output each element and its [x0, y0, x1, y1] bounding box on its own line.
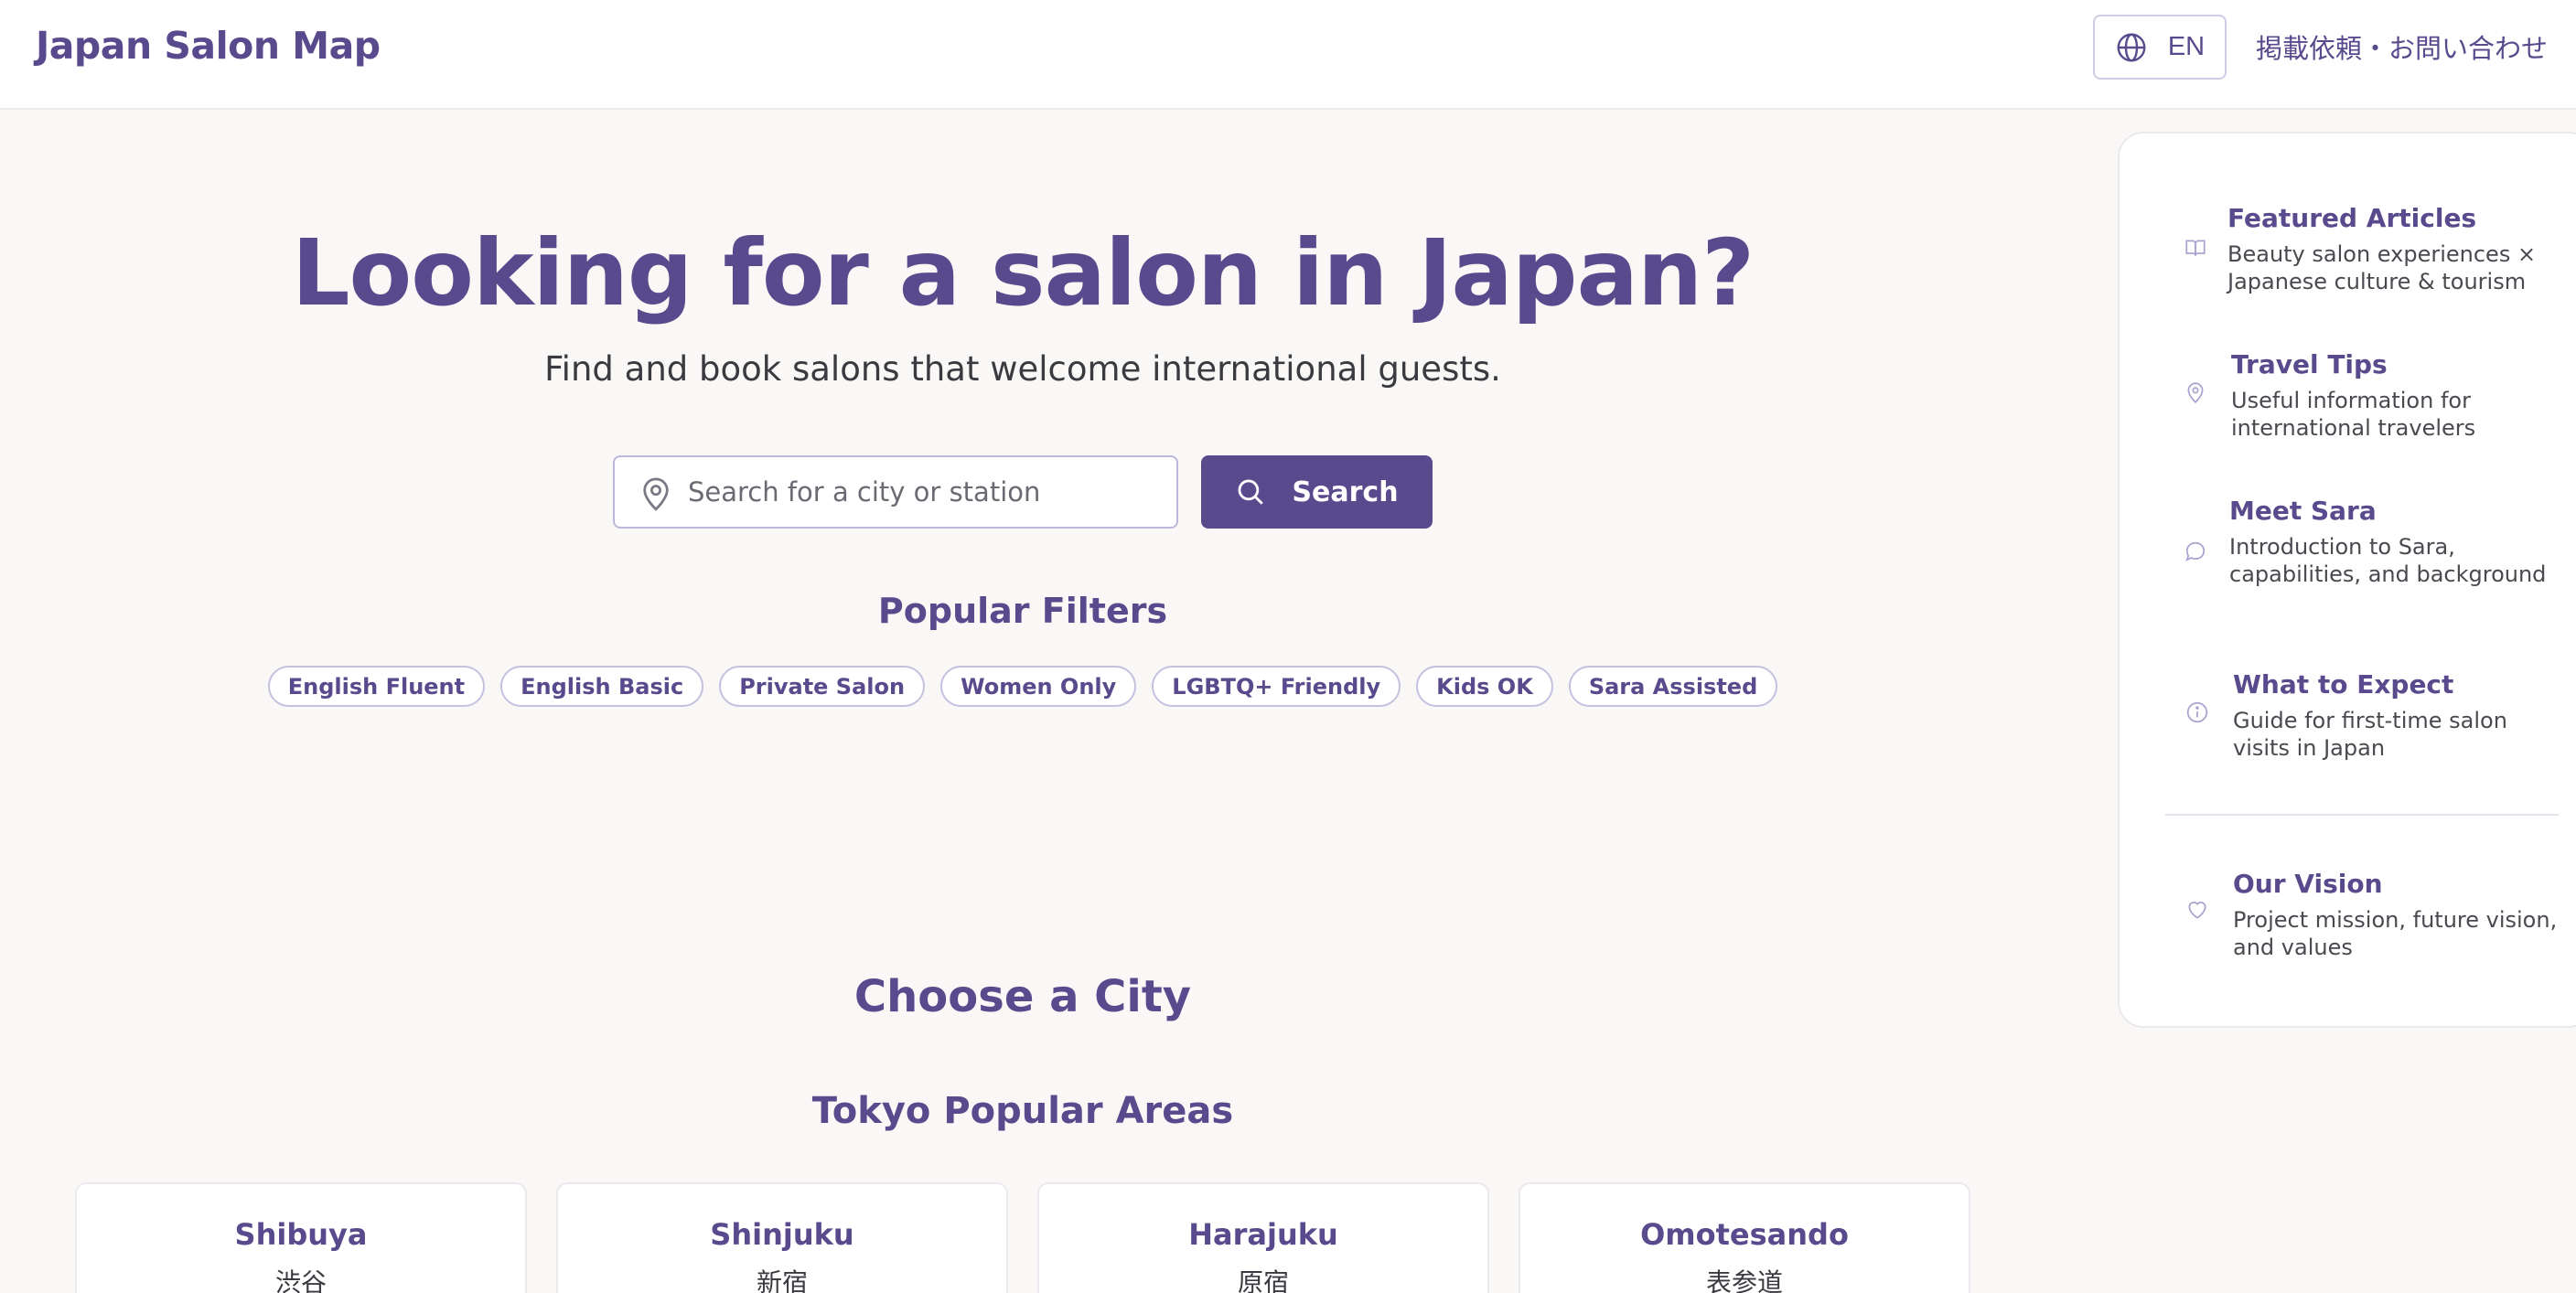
side-panel-divider — [2165, 814, 2559, 816]
area-card-name: Shibuya — [234, 1217, 368, 1252]
search-input[interactable] — [688, 457, 1164, 527]
area-card-jp-name: 新宿 — [756, 1267, 808, 1293]
filter-chip-private-salon[interactable]: Private Salon — [719, 666, 926, 707]
side-navigation-panel: Featured Articles Beauty salon experienc… — [2118, 132, 2576, 1028]
side-item-description: Guide for first-time salon visits in Jap… — [2233, 708, 2507, 761]
area-card-harajuku[interactable]: Harajuku 原宿 — [1037, 1182, 1489, 1293]
hero-title: Looking for a salon in Japan? — [291, 219, 1755, 326]
side-item-title: Travel Tips — [2231, 349, 2388, 379]
heart-icon — [2188, 902, 2206, 919]
tokyo-areas-title: Tokyo Popular Areas — [811, 1090, 1234, 1132]
area-card-name: Shinjuku — [710, 1217, 854, 1252]
side-item-title: Our Vision — [2233, 869, 2383, 899]
hero-subtitle: Find and book salons that welcome intern… — [544, 349, 1501, 389]
area-card-jp-name: 原宿 — [1237, 1267, 1289, 1293]
filter-chip-english-fluent[interactable]: English Fluent — [267, 666, 486, 707]
chat-bubble-icon — [2185, 541, 2206, 561]
side-item-title: What to Expect — [2233, 669, 2454, 700]
side-item-description: Useful information for international tra… — [2231, 388, 2476, 441]
area-card-shinjuku[interactable]: Shinjuku 新宿 — [556, 1182, 1008, 1293]
filter-chip-english-basic[interactable]: English Basic — [500, 666, 704, 707]
search-button-label: Search — [1292, 476, 1399, 508]
contact-link[interactable]: 掲載依頼・お問い合わせ — [2256, 27, 2548, 66]
site-logo[interactable]: Japan Salon Map — [36, 24, 381, 68]
area-card-omotesando[interactable]: Omotesando 表参道 — [1519, 1182, 1970, 1293]
site-header: Japan Salon Map EN 掲載依頼・お問い合わせ — [0, 0, 2576, 110]
area-card-jp-name: 渋谷 — [274, 1267, 327, 1293]
side-item-description: Project mission, future vision, and valu… — [2233, 907, 2558, 960]
side-item-title: Featured Articles — [2227, 203, 2477, 233]
side-item-description: Beauty salon experiences × Japanese cult… — [2227, 241, 2537, 294]
filter-chip-lgbtq-friendly[interactable]: LGBTQ+ Friendly — [1152, 666, 1401, 707]
language-switch-button[interactable]: EN — [2093, 15, 2227, 80]
area-card-jp-name: 表参道 — [1705, 1267, 1783, 1293]
area-card-shibuya[interactable]: Shibuya 渋谷 — [75, 1182, 527, 1293]
filter-chip-list: English Fluent English Basic Private Sal… — [0, 666, 2045, 707]
choose-city-title: Choose a City — [853, 971, 1192, 1022]
filter-chip-women-only[interactable]: Women Only — [940, 666, 1137, 707]
map-pin-icon — [643, 477, 669, 511]
filter-chip-sara-assisted[interactable]: Sara Assisted — [1568, 666, 1778, 707]
map-pin-icon — [2187, 382, 2204, 404]
search-icon — [1238, 479, 1264, 505]
book-icon — [2185, 240, 2206, 256]
filter-chip-kids-ok[interactable]: Kids OK — [1416, 666, 1553, 707]
info-icon — [2186, 701, 2208, 723]
search-box — [613, 455, 1178, 529]
area-card-name: Omotesando — [1640, 1217, 1849, 1252]
search-button[interactable]: Search — [1201, 455, 1433, 529]
area-card-name: Harajuku — [1188, 1217, 1338, 1252]
globe-icon — [2117, 33, 2146, 61]
side-item-title: Meet Sara — [2229, 496, 2377, 526]
language-label: EN — [2167, 32, 2206, 61]
side-item-description: Introduction to Sara, capabilities, and … — [2229, 534, 2547, 587]
popular-filters-title: Popular Filters — [877, 591, 1168, 631]
